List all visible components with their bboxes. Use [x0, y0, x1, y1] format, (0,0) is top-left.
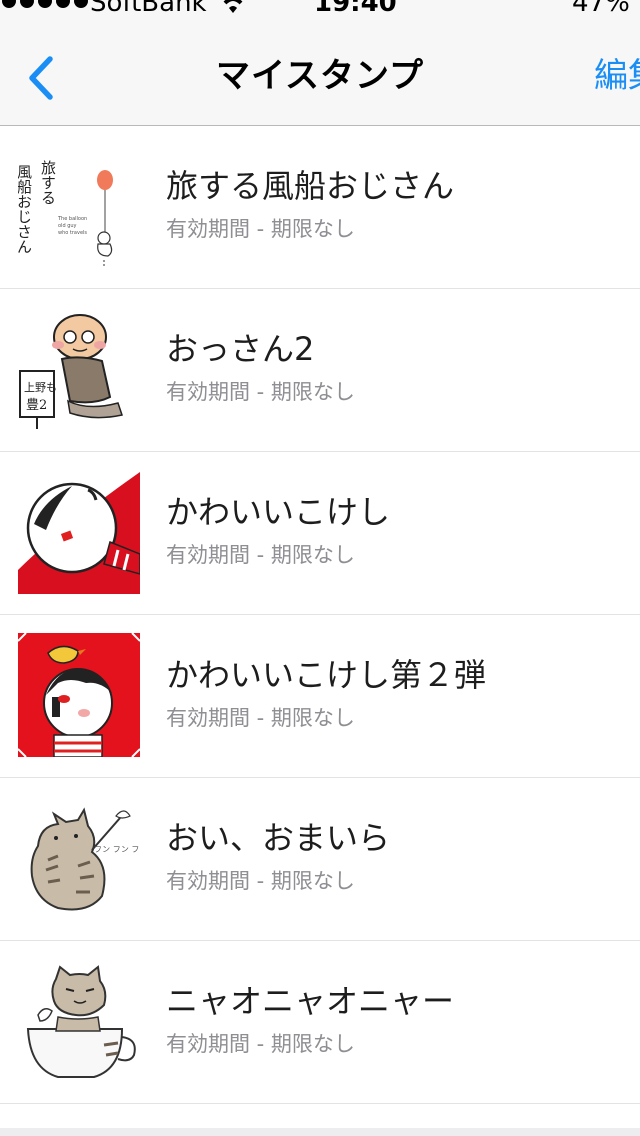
sticker-validity: 有効期間 - 期限なし: [166, 869, 355, 893]
list-item[interactable]: ニャオニャオニャー 有効期間 - 期限なし: [0, 941, 640, 1104]
svg-text:who travels: who travels: [58, 230, 87, 236]
sticker-thumbnail-balloon-old-man: 風船おじさん 旅する The balloon old guy who trave…: [15, 144, 140, 268]
svg-text:風船おじさん: 風船おじさん: [18, 164, 33, 254]
list-item[interactable]: かわいいこけし第２弾 有効期間 - 期限なし: [0, 615, 640, 778]
page-title: マイスタンプ: [216, 56, 424, 96]
svg-text:豊2: 豊2: [26, 398, 47, 413]
svg-text:上野も: 上野も: [24, 381, 57, 394]
svg-text:旅する: 旅する: [39, 160, 57, 205]
sticker-name: おっさん2: [166, 330, 315, 368]
signal-dots-icon: [2, 0, 88, 8]
sticker-validity: 有効期間 - 期限なし: [166, 380, 355, 404]
svg-text:old guy: old guy: [58, 223, 77, 229]
clock: 19:40: [314, 0, 397, 18]
my-stamps-screen: SoftBank 19:40 47% マイスタンプ 編集: [0, 0, 640, 1136]
sticker-validity: 有効期間 - 期限なし: [166, 706, 355, 730]
list-item[interactable]: 風船おじさん 旅する The balloon old guy who trave…: [0, 126, 640, 289]
carrier-label: SoftBank: [90, 0, 207, 18]
bottom-divider: [0, 1128, 640, 1136]
list-item[interactable]: かわいいこけし 有効期間 - 期限なし: [0, 452, 640, 615]
battery-percentage: 47%: [572, 0, 630, 18]
sticker-thumbnail-kokeshi: [18, 470, 141, 594]
navigation-bar: SoftBank 19:40 47% マイスタンプ 編集: [0, 0, 640, 126]
sticker-name: ニャオニャオニャー: [166, 982, 455, 1020]
edit-button[interactable]: 編集: [594, 50, 640, 102]
sticker-name: 旅する風船おじさん: [166, 167, 455, 205]
sticker-thumbnail-tabby-cat: フン フン フン: [18, 796, 148, 920]
list-item[interactable]: 上野も 豊2 おっさん2 有効期間 - 期限なし: [0, 289, 640, 452]
sticker-list: 風船おじさん 旅する The balloon old guy who trave…: [0, 126, 640, 1104]
sticker-thumbnail-cat-in-cup: [18, 959, 140, 1083]
sticker-validity: 有効期間 - 期限なし: [166, 1032, 355, 1056]
thumb-lettering: フン フン フン: [94, 845, 140, 854]
sticker-validity: 有効期間 - 期限なし: [166, 543, 355, 567]
svg-text:The balloon: The balloon: [57, 216, 87, 222]
sticker-name: かわいいこけし: [166, 493, 391, 531]
sticker-thumbnail-middle-aged-man: 上野も 豊2: [18, 307, 140, 431]
wifi-icon: [218, 0, 248, 20]
list-item[interactable]: フン フン フン おい、おまいら 有効期間 - 期限なし: [0, 778, 640, 941]
sticker-name: かわいいこけし第２弾: [166, 656, 487, 694]
sticker-name: おい、おまいら: [166, 819, 391, 857]
sticker-validity: 有効期間 - 期限なし: [166, 217, 355, 241]
sticker-thumbnail-kokeshi-2: [17, 632, 141, 758]
status-bar: SoftBank 19:40 47%: [0, 0, 640, 20]
